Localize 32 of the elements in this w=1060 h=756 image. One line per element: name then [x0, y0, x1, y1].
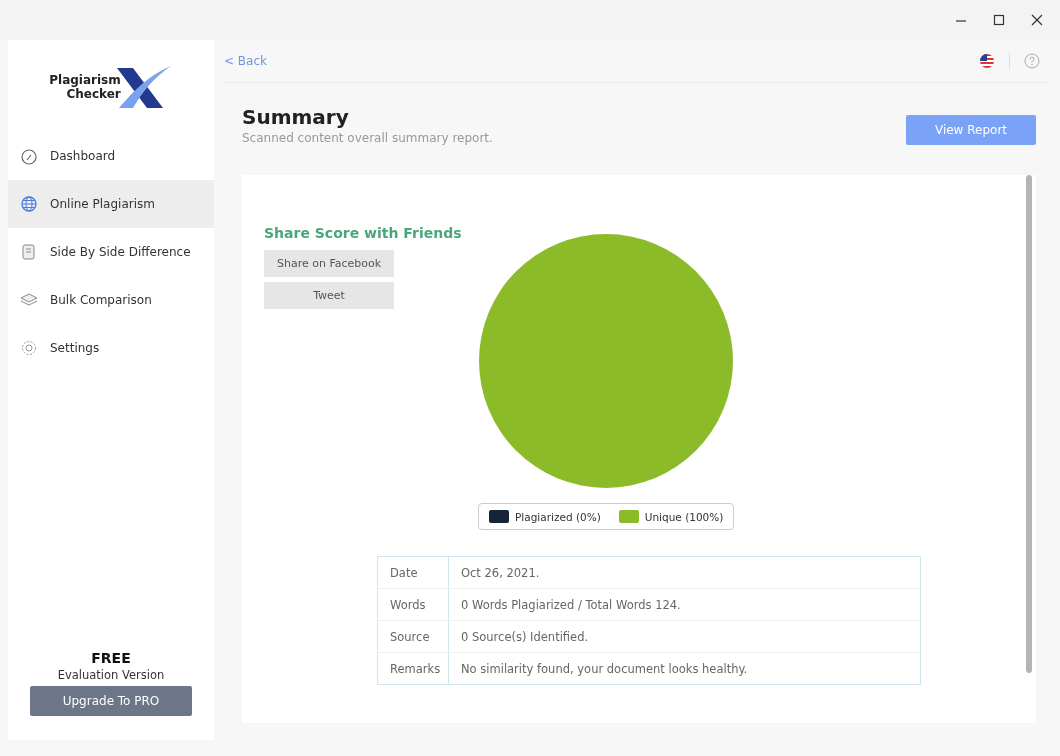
upgrade-button[interactable]: Upgrade To PRO: [30, 686, 192, 716]
legend-label: Unique (100%): [644, 510, 724, 523]
plan-label: FREE: [91, 650, 131, 666]
share-heading: Share Score with Friends: [264, 225, 463, 241]
page-subtitle: Scanned content overall summary report.: [242, 131, 493, 145]
share-button[interactable]: Share on Facebook: [264, 250, 394, 277]
legend-label: Plagiarized (0%): [515, 510, 601, 523]
close-icon[interactable]: [1030, 13, 1044, 27]
table-cell: Words: [378, 589, 449, 620]
plan-note: Evaluation Version: [57, 668, 165, 682]
table-cell-text: Oct 26, 2021.: [460, 564, 540, 582]
table-cell-text: 0 Source(s) Identified.: [460, 628, 589, 646]
sidebar-item[interactable]: Dashboard: [8, 132, 214, 180]
share-button[interactable]: Tweet: [264, 282, 394, 309]
logo: Plagiarism Checker: [49, 64, 173, 110]
table-cell-text: 0 Words Plagiarized / Total Words 124.: [460, 596, 681, 614]
page-title: Summary: [242, 105, 350, 129]
table-cell-text: No similarity found, your document looks healthy.: [460, 660, 748, 678]
sidebar-item[interactable]: Side By Side Difference: [8, 228, 214, 276]
sidebar-item[interactable]: Settings: [8, 324, 214, 372]
document-icon: [20, 243, 38, 261]
settings-icon: [20, 339, 38, 357]
table-cell: Remarks: [378, 653, 449, 684]
scrollbar[interactable]: [1026, 175, 1032, 673]
maximize-icon[interactable]: [992, 13, 1006, 27]
sidebar-item[interactable]: Online Plagiarism: [8, 180, 214, 228]
flag-icon[interactable]: [979, 53, 995, 69]
globe-icon: [20, 195, 38, 213]
sidebar-item[interactable]: Bulk Comparison: [8, 276, 214, 324]
gauge-icon: [20, 147, 38, 165]
table-cell: Date: [378, 557, 449, 588]
table-cell: Source: [378, 621, 449, 652]
